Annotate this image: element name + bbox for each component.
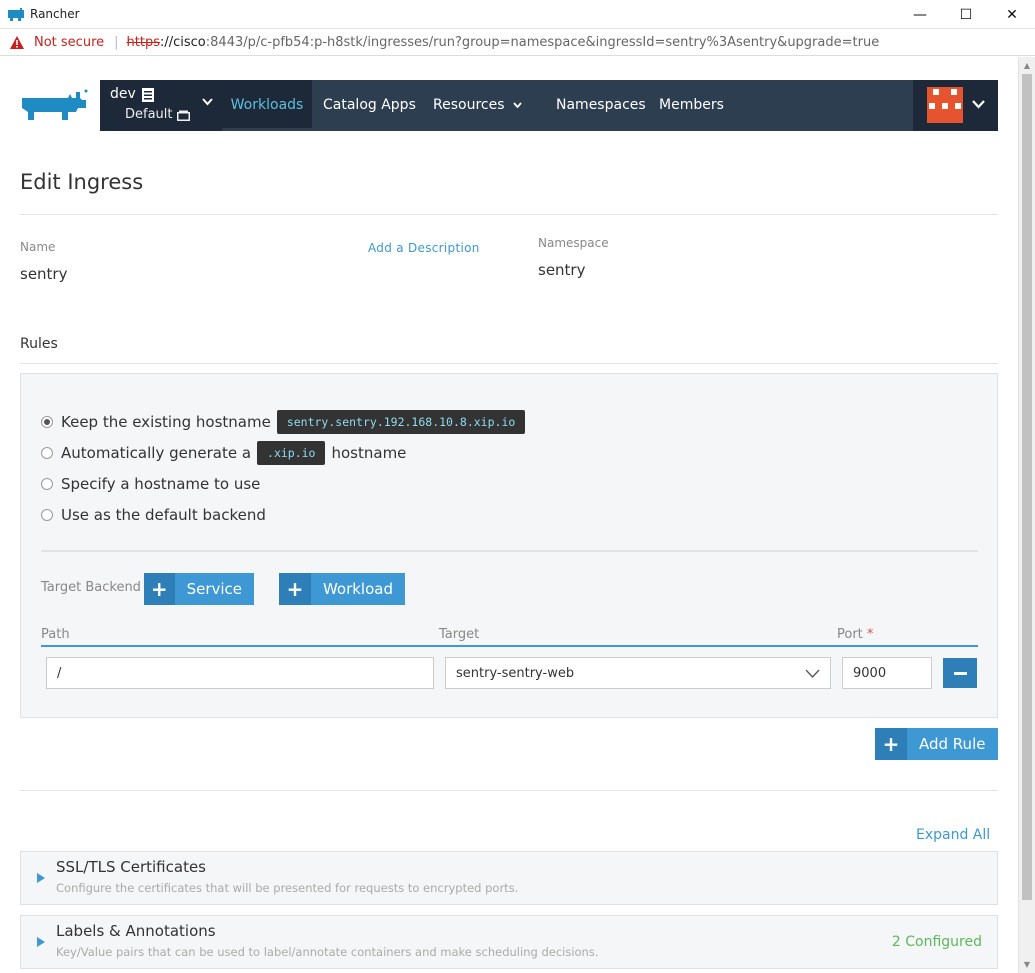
hostname-option-keep[interactable]: Keep the existing hostname sentry.sentry… — [41, 410, 531, 434]
accordion-ssl-certificates[interactable]: SSL/TLS Certificates Configure the certi… — [20, 851, 998, 905]
rules-section-title: Rules — [20, 336, 58, 352]
add-workload-label: Workload — [322, 580, 393, 598]
chevron-down-icon — [513, 102, 522, 108]
url-path: :8443/p/c-pfb54:p-h8stk/ingresses/run?gr… — [205, 34, 880, 50]
rancher-logo-icon[interactable] — [20, 88, 88, 120]
nav-namespaces[interactable]: Namespaces — [556, 80, 646, 131]
nav-resources[interactable]: Resources — [433, 80, 522, 131]
target-backend-label: Target Backend — [41, 580, 141, 595]
radio-button[interactable] — [41, 416, 53, 428]
window-title: Rancher — [30, 7, 80, 21]
cluster-name: dev — [110, 86, 136, 102]
plus-icon: + — [144, 573, 175, 605]
port-label: Port — [837, 627, 863, 642]
vertical-scrollbar[interactable]: ▲ ▼ — [1018, 57, 1035, 973]
window-titlebar: Rancher — ☐ ✕ — [0, 0, 1035, 29]
chevron-down-icon — [805, 669, 820, 678]
plus-icon: + — [875, 728, 907, 760]
target-column-header: Target — [439, 627, 480, 642]
cluster-project-switcher[interactable]: dev Default — [100, 80, 222, 131]
scroll-up-arrow-icon[interactable]: ▲ — [1019, 57, 1035, 74]
minimize-button[interactable]: — — [897, 0, 943, 29]
close-button[interactable]: ✕ — [989, 0, 1035, 29]
path-input[interactable]: / — [46, 657, 434, 689]
configured-count-badge: 2 Configured — [891, 934, 982, 950]
not-secure-label[interactable]: Not secure — [34, 35, 104, 50]
page-title: Edit Ingress — [20, 170, 144, 194]
required-marker: * — [866, 627, 874, 642]
user-avatar — [927, 87, 963, 123]
hostname-option-auto[interactable]: Automatically generate a .xip.io hostnam… — [41, 441, 406, 465]
name-label: Name — [20, 240, 56, 254]
maximize-button[interactable]: ☐ — [943, 0, 989, 29]
chevron-down-icon — [972, 100, 985, 109]
nav-catalog-apps[interactable]: Catalog Apps — [323, 80, 416, 131]
option-label: Automatically generate a — [61, 444, 252, 462]
target-select[interactable]: sentry-sentry-web — [445, 657, 831, 689]
user-menu[interactable] — [913, 80, 998, 131]
option-label-suffix: hostname — [331, 444, 407, 462]
scroll-thumb[interactable] — [1022, 74, 1032, 900]
cluster-icon — [142, 88, 154, 102]
hostname-option-default-backend[interactable]: Use as the default backend — [41, 503, 266, 527]
plus-icon: + — [279, 573, 311, 605]
warning-icon — [10, 35, 24, 49]
remove-path-button[interactable] — [943, 658, 977, 688]
namespace-label: Namespace — [538, 236, 609, 250]
accordion-description: Configure the certificates that will be … — [56, 881, 519, 895]
radio-button[interactable] — [41, 447, 53, 459]
rancher-app-icon — [8, 7, 24, 21]
option-label: Specify a hostname to use — [61, 475, 261, 493]
expand-all-link[interactable]: Expand All — [916, 827, 990, 843]
path-column-header: Path — [41, 627, 70, 642]
port-column-header: Port * — [837, 627, 873, 642]
caret-right-icon — [37, 937, 45, 947]
nav-resources-label: Resources — [433, 97, 505, 113]
nav-workloads[interactable]: Workloads — [222, 80, 312, 131]
target-select-value: sentry-sentry-web — [456, 665, 575, 681]
caret-right-icon — [37, 873, 45, 883]
url-host: ://cisco — [159, 34, 206, 50]
add-description-link[interactable]: Add a Description — [368, 241, 480, 255]
xip-code: .xip.io — [257, 441, 326, 465]
divider — [20, 363, 998, 364]
add-service-button[interactable]: + Service — [144, 573, 254, 605]
namespace-value: sentry — [538, 261, 586, 279]
project-name: Default — [125, 107, 173, 122]
radio-button[interactable] — [41, 478, 53, 490]
divider — [20, 214, 998, 215]
divider — [20, 790, 998, 791]
hostname-option-specify[interactable]: Specify a hostname to use — [41, 472, 260, 496]
app-header: dev Default Workloads Catalog Apps Resou… — [20, 80, 998, 131]
accordion-title: SSL/TLS Certificates — [56, 858, 206, 876]
option-label: Use as the default backend — [61, 506, 266, 524]
hostname-code: sentry.sentry.192.168.10.8.xip.io — [276, 410, 526, 434]
accordion-description: Key/Value pairs that can be used to labe… — [56, 945, 599, 959]
add-workload-button[interactable]: + Workload — [279, 573, 405, 605]
address-separator: | — [114, 34, 119, 50]
minus-icon — [953, 671, 967, 675]
chevron-down-icon — [202, 98, 213, 106]
add-rule-button[interactable]: + Add Rule — [875, 728, 998, 760]
page-content: dev Default Workloads Catalog Apps Resou… — [0, 57, 1018, 973]
project-folder-icon — [177, 110, 190, 121]
accordion-labels-annotations[interactable]: Labels & Annotations Key/Value pairs tha… — [20, 915, 998, 969]
accordion-title: Labels & Annotations — [56, 922, 216, 940]
port-input[interactable]: 9000 — [842, 657, 932, 689]
radio-button[interactable] — [41, 509, 53, 521]
name-value[interactable]: sentry — [20, 265, 67, 283]
add-rule-label: Add Rule — [919, 735, 986, 753]
scroll-down-arrow-icon[interactable]: ▼ — [1019, 956, 1035, 973]
address-bar[interactable]: Not secure | https ://cisco :8443/p/c-pf… — [0, 29, 1035, 56]
nav-members[interactable]: Members — [659, 80, 724, 131]
divider — [41, 550, 978, 552]
rule-panel: Keep the existing hostname sentry.sentry… — [20, 373, 998, 718]
add-service-label: Service — [186, 580, 242, 598]
url-scheme: https — [126, 34, 160, 50]
column-header-underline — [41, 645, 978, 647]
top-navbar: dev Default Workloads Catalog Apps Resou… — [100, 80, 998, 131]
option-label: Keep the existing hostname — [61, 413, 271, 431]
